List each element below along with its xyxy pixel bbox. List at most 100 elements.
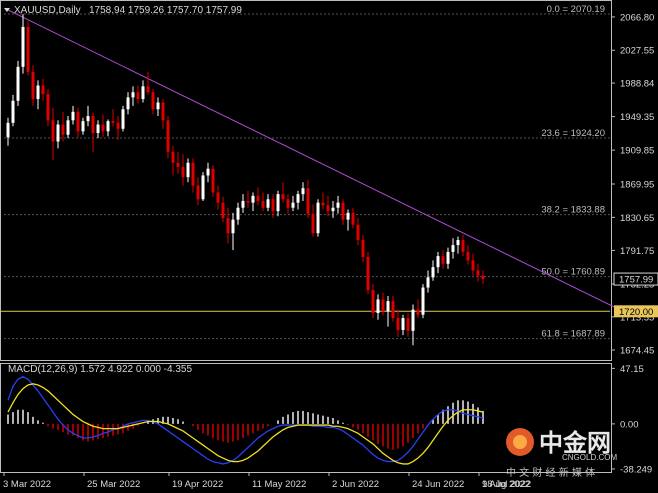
candle bbox=[26, 20, 30, 76]
price-tick-label: 1949.35 bbox=[620, 112, 654, 123]
candle-body bbox=[261, 200, 265, 208]
candle bbox=[106, 119, 110, 137]
candle-body bbox=[446, 251, 450, 264]
candle-body bbox=[291, 202, 295, 208]
candle-body bbox=[276, 194, 280, 212]
candle bbox=[11, 94, 15, 127]
candle-body bbox=[181, 166, 185, 178]
candle-body bbox=[371, 290, 375, 314]
price-tick-label: 2027.55 bbox=[620, 46, 654, 57]
candle bbox=[186, 158, 190, 183]
fib-label: 23.6 = 1924.20 bbox=[541, 128, 605, 139]
candle-body bbox=[451, 245, 455, 252]
candle-body bbox=[461, 240, 465, 252]
candle-body bbox=[381, 299, 385, 312]
candle-body bbox=[441, 256, 445, 264]
logo-tagline: 中 文 财 经 新 媒 体 bbox=[506, 466, 595, 479]
candle-body bbox=[426, 277, 430, 288]
macd-label: MACD(12,26,9) 1.572 4.922 0.000 -4.355 bbox=[8, 364, 192, 375]
candle-body bbox=[81, 121, 85, 132]
candle-body bbox=[346, 212, 350, 220]
candle-body bbox=[226, 217, 230, 234]
candle-body bbox=[221, 202, 225, 218]
candle-body bbox=[71, 111, 75, 121]
candle-body bbox=[106, 121, 110, 132]
candle-body bbox=[471, 260, 475, 271]
candle-body bbox=[151, 92, 155, 110]
candle-body bbox=[116, 122, 120, 129]
candle bbox=[481, 270, 485, 285]
candle bbox=[76, 107, 80, 138]
candle-body bbox=[341, 202, 345, 220]
candle bbox=[366, 251, 370, 295]
candle-body bbox=[401, 318, 405, 330]
macd-line bbox=[7, 376, 484, 465]
candle bbox=[306, 179, 310, 218]
candle bbox=[116, 116, 120, 140]
date-label: 2 Jun 2022 bbox=[332, 479, 379, 490]
candle bbox=[156, 97, 160, 117]
candle-body bbox=[331, 207, 335, 212]
price-tick-label: 1791.75 bbox=[620, 246, 654, 257]
candle bbox=[246, 190, 250, 208]
candle bbox=[331, 200, 335, 218]
candle bbox=[271, 194, 275, 218]
candle bbox=[316, 199, 320, 237]
candle-body bbox=[91, 116, 95, 134]
candle-body bbox=[306, 188, 310, 214]
candle bbox=[86, 105, 90, 127]
candle-body bbox=[421, 287, 425, 315]
chart-canvas[interactable]: 0.0 = 2070.19 23.6 = 1924.20 38.2 = 1833.8… bbox=[0, 0, 658, 493]
ohlc-values: 1758.94 1759.26 1757.70 1757.99 bbox=[89, 5, 242, 16]
candle bbox=[391, 296, 395, 322]
candle-body bbox=[191, 162, 195, 186]
candle bbox=[111, 109, 115, 127]
candle bbox=[206, 162, 210, 183]
date-label: 11 May 2022 bbox=[252, 479, 306, 490]
candle bbox=[441, 250, 445, 269]
candle-body bbox=[11, 100, 15, 123]
candle-body bbox=[396, 318, 400, 330]
price-tick-label: 1674.45 bbox=[620, 345, 654, 356]
candle bbox=[421, 284, 425, 319]
candle-body bbox=[161, 102, 165, 121]
candle bbox=[326, 195, 330, 217]
candle bbox=[426, 270, 430, 293]
candle-body bbox=[431, 267, 435, 278]
macd-tick-label: 47.15 bbox=[620, 364, 644, 375]
candle bbox=[411, 304, 415, 346]
candle bbox=[21, 14, 25, 74]
macd-tick-label: -38.249 bbox=[620, 464, 652, 475]
candle bbox=[251, 192, 255, 212]
candle-body bbox=[411, 309, 415, 331]
candle bbox=[301, 182, 305, 201]
candle-body bbox=[96, 124, 100, 134]
candle-body bbox=[101, 124, 105, 132]
candle bbox=[336, 195, 340, 214]
price-tick-label: 1830.65 bbox=[620, 213, 654, 224]
candle-body bbox=[176, 162, 180, 167]
main-panel-frame bbox=[0, 0, 612, 361]
date-label: 19 Apr 2022 bbox=[172, 479, 223, 490]
candle-body bbox=[286, 199, 290, 208]
candle bbox=[71, 105, 75, 125]
macd-tick-label: 0.00 bbox=[620, 419, 639, 430]
candle bbox=[386, 296, 390, 327]
fib-label: 38.2 = 1833.88 bbox=[541, 205, 605, 216]
downtrend-line[interactable] bbox=[7, 9, 624, 312]
candle-body bbox=[126, 97, 130, 110]
candle bbox=[136, 85, 140, 104]
candle bbox=[226, 207, 230, 244]
candle bbox=[211, 165, 215, 197]
candle bbox=[321, 192, 325, 210]
candle-body bbox=[46, 93, 50, 121]
candle bbox=[216, 185, 220, 210]
axes: 2066.80 2027.55 1988.84 1949.35 1909.85 1869.… bbox=[3, 12, 658, 490]
candle bbox=[31, 65, 35, 106]
candle bbox=[476, 263, 480, 282]
candle-body bbox=[406, 318, 410, 331]
candle bbox=[396, 309, 400, 337]
candle-body bbox=[201, 175, 205, 200]
candle-body bbox=[156, 102, 160, 110]
cngold-logo: 中金网 CNGOLD.COM 中 文 财 经 新 媒 体 bbox=[506, 428, 617, 479]
